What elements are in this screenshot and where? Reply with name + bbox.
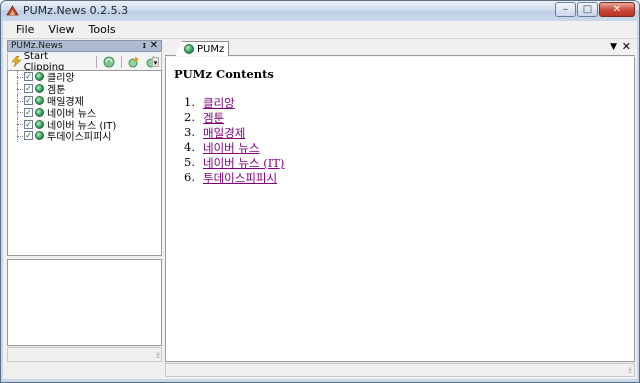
tab-label: PUMz xyxy=(197,43,225,55)
list-item: 5. 네이버 뉴스 (IT) xyxy=(174,155,284,170)
content-link[interactable]: 투데이스피피시 xyxy=(203,170,277,185)
document-content: PUMz Contents 1. 클리앙 2. 겜툰 3. 매일경제 4. 네이버 뉴스 5. 네… xyxy=(165,57,635,362)
feed-checkbox[interactable]: ✓ xyxy=(24,107,33,117)
tab-strip: PUMz ▼ ✕ xyxy=(165,40,635,56)
feed-label: 투데이스피피시 xyxy=(47,132,112,144)
globe-icon xyxy=(35,72,44,82)
list-item: 2. 겜툰 xyxy=(174,110,284,125)
pin-icon[interactable]: ᵻ xyxy=(143,41,146,52)
maximize-button[interactable]: □ xyxy=(577,2,598,17)
app-window: PUMz.News 0.2.5.3 – □ ✕ File View Tools … xyxy=(0,0,640,383)
list-number: 2. xyxy=(184,110,195,124)
menu-view[interactable]: View xyxy=(41,23,81,36)
feed-toolbar: Start Clipping ▾ xyxy=(7,51,162,73)
app-logo-icon xyxy=(6,5,19,16)
content-link[interactable]: 겜툰 xyxy=(203,110,224,125)
menu-tools[interactable]: Tools xyxy=(82,23,123,36)
tree-connector xyxy=(17,88,23,90)
feed-checkbox[interactable]: ✓ xyxy=(24,119,33,129)
close-button[interactable]: ✕ xyxy=(599,2,635,17)
tree-connector xyxy=(17,100,23,102)
add-feed-button[interactable] xyxy=(125,54,143,69)
content-link[interactable]: 매일경제 xyxy=(203,125,245,140)
toolbar-separator xyxy=(121,55,122,68)
list-item: 6. 투데이스피피시 xyxy=(174,170,284,185)
tree-item[interactable]: ✓ 클리앙 xyxy=(8,71,161,84)
resize-grip-icon[interactable]: ⁞⁞ xyxy=(156,351,160,360)
globe-icon xyxy=(35,95,44,105)
panel-close-icon[interactable]: ✕ xyxy=(150,40,158,52)
document-statusbar: ⁞⁞ xyxy=(165,363,635,377)
tab-close-icon[interactable]: ✕ xyxy=(622,40,631,53)
list-number: 1. xyxy=(184,95,195,109)
feed-tree: ✓ 클리앙 ✓ 겜툰 ✓ 매일경제 ✓ 네이버 뉴스 ✓ 네이버 뉴스 (IT) ✓ 투데이스피피시 xyxy=(7,70,162,256)
globe-icon xyxy=(35,131,44,141)
close-icon: ✕ xyxy=(612,4,622,15)
feed-checkbox[interactable]: ✓ xyxy=(24,72,33,82)
window-title: PUMz.News 0.2.5.3 xyxy=(23,4,129,17)
feed-checkbox[interactable]: ✓ xyxy=(24,95,33,105)
maximize-icon: □ xyxy=(582,4,593,15)
title-bar[interactable]: PUMz.News 0.2.5.3 – □ ✕ xyxy=(1,1,639,20)
tab-pumz[interactable]: PUMz xyxy=(175,41,229,56)
content-link[interactable]: 네이버 뉴스 xyxy=(203,140,260,155)
window-bottom-border xyxy=(1,379,639,382)
list-number: 6. xyxy=(184,170,195,184)
document-area: PUMz ▼ ✕ PUMz Contents 1. 클리앙 2. 겜툰 3. 매일경제 4.… xyxy=(165,40,635,377)
tree-item[interactable]: ✓ 겜툰 xyxy=(8,82,161,96)
tree-connector xyxy=(17,135,23,137)
tree-item[interactable]: ✓ 투데이스피피시 xyxy=(8,129,161,144)
toolbar-separator xyxy=(96,55,98,68)
lightning-icon xyxy=(11,56,22,67)
globe-icon xyxy=(35,107,44,117)
page-title: PUMz Contents xyxy=(174,67,274,81)
list-item: 3. 매일경제 xyxy=(174,125,284,140)
resize-grip-icon[interactable]: ⁞⁞ xyxy=(628,366,632,375)
tree-connector xyxy=(17,112,23,114)
content-link[interactable]: 네이버 뉴스 (IT) xyxy=(203,155,284,170)
feed-checkbox[interactable]: ✓ xyxy=(24,84,33,94)
content-link[interactable]: 클리앙 xyxy=(203,95,235,110)
tab-list-dropdown-icon[interactable]: ▼ xyxy=(610,42,617,52)
refresh-feeds-button[interactable] xyxy=(100,54,118,69)
client-area: PUMz.News ᵻ ✕ Start Clipping ▾ ✓ 클리앙 ✓ 겜… xyxy=(3,39,637,380)
add-feed-icon xyxy=(128,56,139,67)
globe-icon xyxy=(35,84,44,94)
globe-icon xyxy=(35,119,44,129)
feed-panel: PUMz.News ᵻ ✕ Start Clipping ▾ ✓ 클리앙 ✓ 겜… xyxy=(7,40,162,362)
feed-details-pane xyxy=(7,259,162,346)
list-number: 4. xyxy=(184,140,195,154)
start-clipping-button[interactable]: Start Clipping xyxy=(8,51,93,73)
menu-file[interactable]: File xyxy=(3,23,41,36)
window-controls: – □ ✕ xyxy=(554,2,635,17)
tree-connector xyxy=(17,77,23,78)
feed-checkbox[interactable]: ✓ xyxy=(24,131,33,141)
list-item: 4. 네이버 뉴스 xyxy=(174,140,284,155)
toolbar-overflow-button[interactable]: ▾ xyxy=(152,57,159,67)
minimize-icon: – xyxy=(563,4,568,15)
minimize-button[interactable]: – xyxy=(555,2,576,17)
list-number: 5. xyxy=(184,155,195,169)
tree-connector xyxy=(17,124,23,126)
contents-list: 1. 클리앙 2. 겜툰 3. 매일경제 4. 네이버 뉴스 5. 네이버 뉴스 (IT) 6. 투데… xyxy=(174,95,284,185)
list-number: 3. xyxy=(184,125,195,139)
list-item: 1. 클리앙 xyxy=(174,95,284,110)
feed-panel-statusbar: ⁞⁞ xyxy=(7,347,162,362)
refresh-globe-icon xyxy=(103,56,115,67)
menu-bar: File View Tools xyxy=(3,21,637,39)
globe-icon xyxy=(184,44,194,54)
